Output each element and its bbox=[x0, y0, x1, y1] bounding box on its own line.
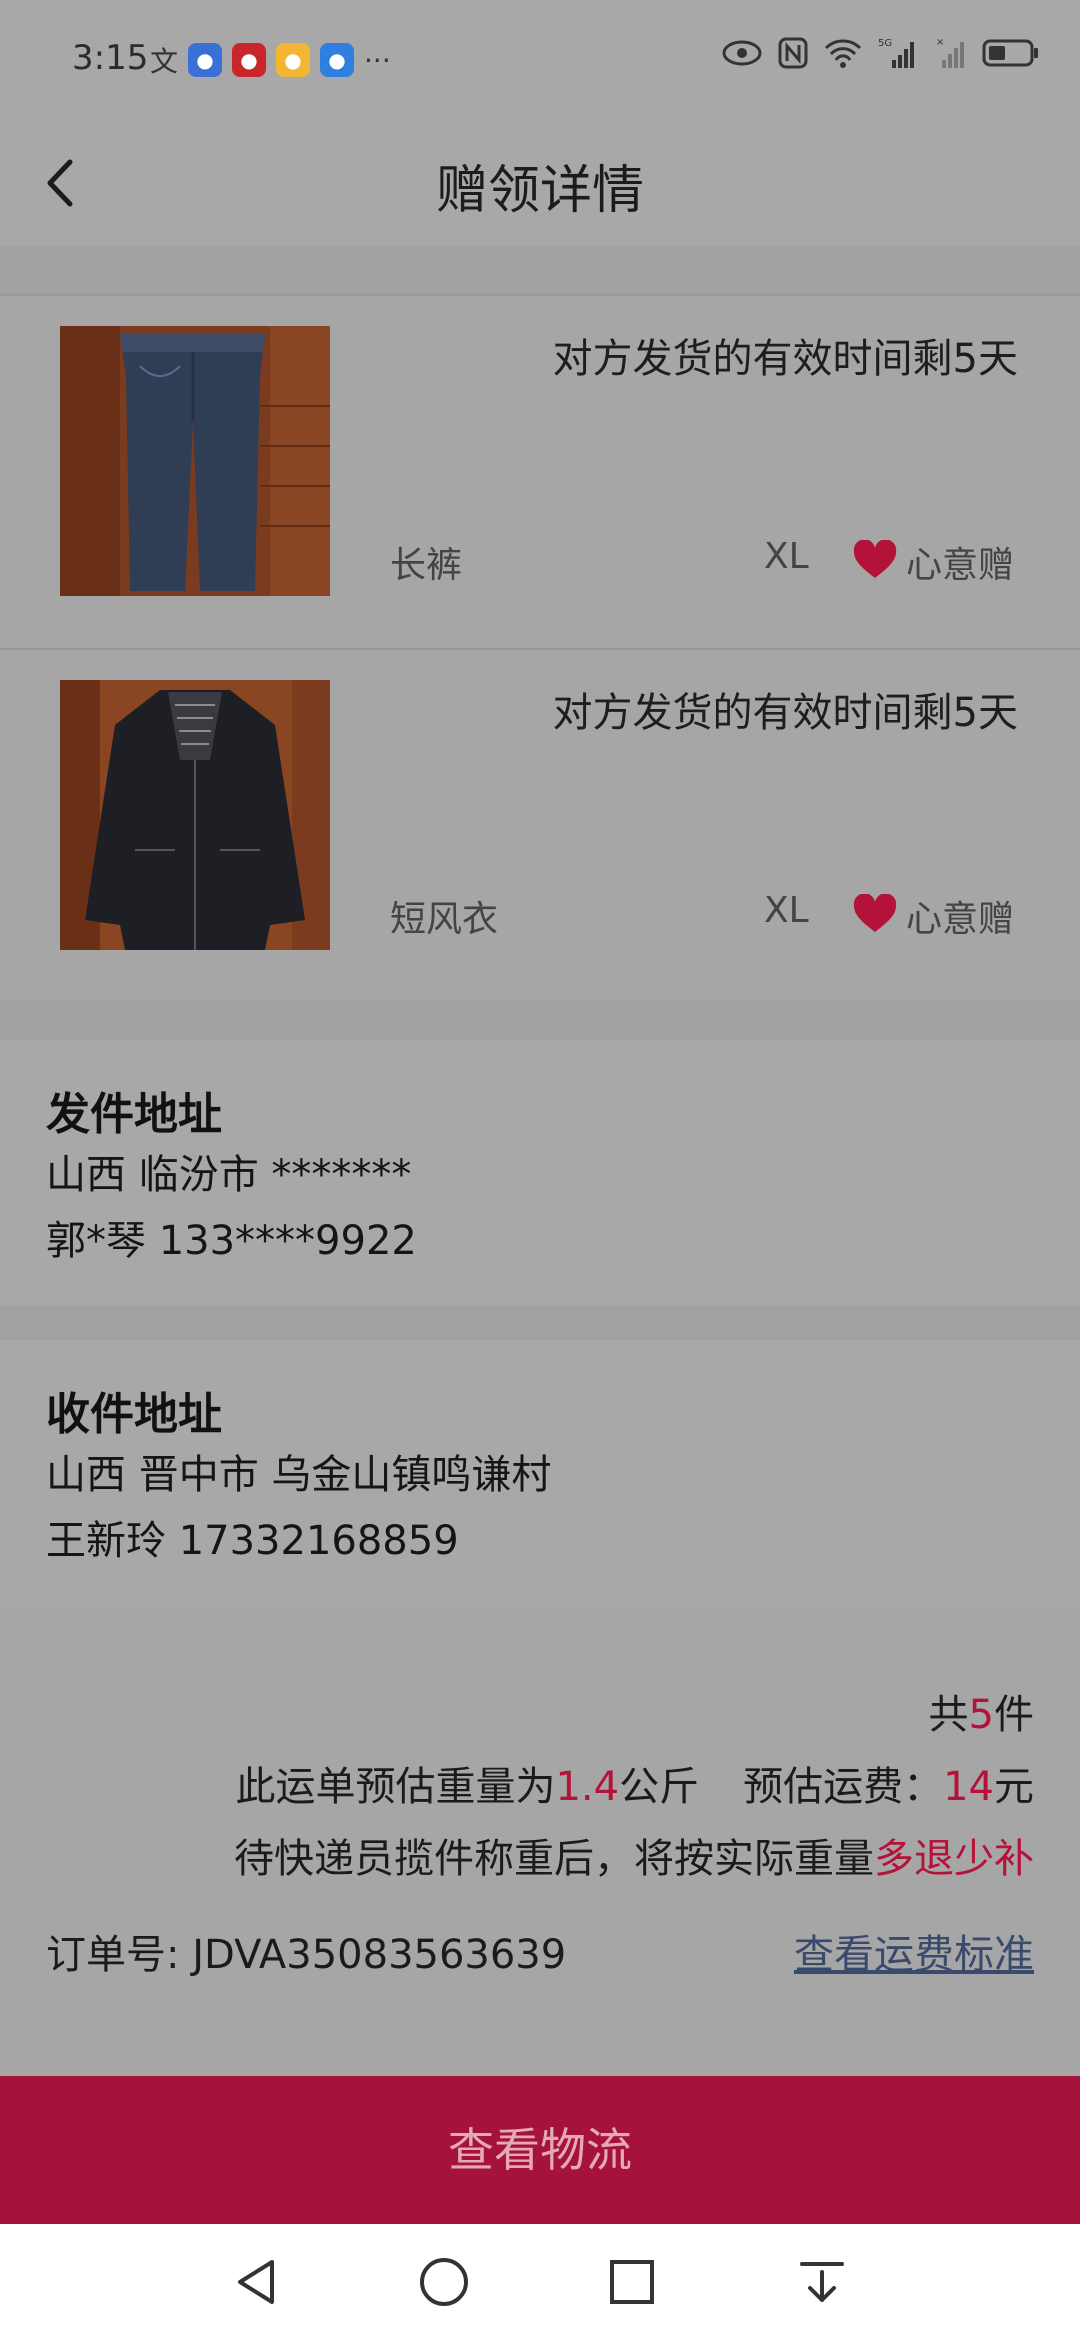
weight-and-fee: 此运单预估重量为1.4公斤 预估运费：14元 bbox=[235, 1754, 1034, 1812]
note-highlight: 多退少补 bbox=[874, 1836, 1034, 1882]
fee-label: 预估运费： bbox=[743, 1764, 944, 1810]
blue-app-icon: ● bbox=[320, 43, 355, 77]
sender-contact: 郭*琴 133****9922 bbox=[46, 1218, 417, 1264]
divider-band bbox=[0, 1306, 1080, 1340]
divider-band bbox=[0, 246, 1080, 296]
view-logistics-label: 查看物流 bbox=[448, 2123, 632, 2177]
nav-home-icon[interactable] bbox=[416, 2254, 472, 2310]
shipping-time-remaining: 对方发货的有效时间剩5天 bbox=[552, 336, 1018, 382]
heart-icon bbox=[853, 540, 897, 578]
gift-type: 心意赠 bbox=[906, 545, 1015, 586]
translate-icon: 文 bbox=[150, 45, 179, 78]
item-name: 长裤 bbox=[390, 545, 463, 586]
weight-adjustment-note: 待快递员揽件称重后，将按实际重量多退少补 bbox=[234, 1826, 1034, 1884]
fee-value: 14 bbox=[943, 1764, 994, 1810]
sender-heading: 发件地址 bbox=[46, 1089, 222, 1140]
count-suffix: 件 bbox=[994, 1692, 1034, 1738]
status-time: 3:15 bbox=[72, 38, 149, 78]
item-image-jeans bbox=[60, 326, 330, 596]
order-label: 订单号: bbox=[46, 1932, 180, 1978]
notification-icons: 文 ● ● ● ● ··· bbox=[150, 40, 391, 80]
signal-empty-icon: × bbox=[936, 37, 964, 68]
eye-icon bbox=[722, 40, 762, 66]
item-name: 短风衣 bbox=[390, 899, 499, 940]
system-icons: 5G × bbox=[722, 36, 1040, 70]
view-logistics-button[interactable]: 查看物流 bbox=[0, 2076, 1080, 2224]
gift-item[interactable]: 对方发货的有效时间剩5天 长裤 XL 心意赠 bbox=[0, 294, 1080, 648]
header-bar: 赠领详情 bbox=[0, 120, 1080, 246]
item-image-windbreaker bbox=[60, 680, 330, 950]
divider-band bbox=[0, 1000, 1080, 1040]
sender-address-card: 发件地址 山西 临汾市 ******* 郭*琴 133****9922 bbox=[0, 1040, 1080, 1306]
nav-download-icon[interactable] bbox=[794, 2254, 850, 2310]
order-number: 订单号: JDVA35083563639 bbox=[46, 1922, 566, 1980]
count-prefix: 共 bbox=[928, 1692, 969, 1738]
shipping-time-remaining: 对方发货的有效时间剩5天 bbox=[552, 690, 1018, 736]
heart-icon bbox=[853, 894, 897, 932]
nfc-icon bbox=[778, 37, 808, 69]
fee-standard-link[interactable]: 查看运费标准 bbox=[794, 1922, 1034, 1980]
colorful-app-icon: ● bbox=[276, 43, 311, 77]
nav-recents-icon[interactable] bbox=[604, 2254, 660, 2310]
receiver-heading: 收件地址 bbox=[46, 1389, 222, 1440]
weight-prefix: 此运单预估重量为 bbox=[235, 1764, 556, 1810]
baidu-app-icon: ● bbox=[188, 43, 223, 77]
count-value: 5 bbox=[968, 1692, 994, 1738]
nav-back-icon[interactable] bbox=[228, 2254, 284, 2310]
gift-type: 心意赠 bbox=[906, 899, 1015, 940]
receiver-address-card: 收件地址 山西 晋中市 乌金山镇鸣谦村 王新玲 17332168859 bbox=[0, 1340, 1080, 1606]
wifi-icon bbox=[824, 39, 862, 68]
item-count: 共5件 bbox=[929, 1682, 1034, 1740]
weight-unit: 公斤 bbox=[619, 1764, 700, 1810]
signal-5g-icon: 5G bbox=[878, 38, 914, 68]
red-app-icon: ● bbox=[232, 43, 267, 77]
item-size: XL bbox=[764, 890, 809, 931]
more-notifications-icon: ··· bbox=[364, 43, 391, 77]
receiver-address: 山西 晋中市 乌金山镇鸣谦村 bbox=[46, 1452, 552, 1498]
order-value: JDVA35083563639 bbox=[192, 1932, 567, 1978]
sender-address: 山西 临汾市 ******* bbox=[46, 1152, 412, 1198]
weight-value: 1.4 bbox=[555, 1764, 620, 1810]
status-bar: 3:15 文 ● ● ● ● ··· 5G × bbox=[0, 0, 1080, 120]
item-size: XL bbox=[764, 536, 809, 577]
svg-text:×: × bbox=[936, 37, 944, 48]
svg-text:5G: 5G bbox=[878, 38, 892, 49]
receiver-contact: 王新玲 17332168859 bbox=[46, 1518, 459, 1564]
page-title: 赠领详情 bbox=[435, 161, 644, 221]
fee-unit: 元 bbox=[994, 1764, 1034, 1810]
system-nav-bar bbox=[0, 2224, 1080, 2340]
note-prefix: 待快递员揽件称重后，将按实际重量 bbox=[234, 1836, 874, 1882]
shipping-summary: 共5件 此运单预估重量为1.4公斤 预估运费：14元 待快递员揽件称重后，将按实际… bbox=[0, 1608, 1080, 2078]
gift-item[interactable]: 对方发货的有效时间剩5天 短风衣 XL 心意赠 bbox=[0, 648, 1080, 1002]
battery-icon bbox=[982, 39, 1038, 67]
